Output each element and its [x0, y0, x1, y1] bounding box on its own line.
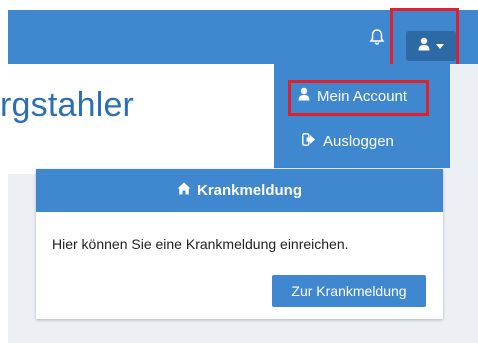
- page-left-edge: [0, 0, 8, 343]
- card-title: Krankmeldung: [196, 182, 302, 199]
- sick-note-card: Krankmeldung Hier können Sie eine Krankm…: [36, 169, 443, 319]
- menu-item-logout[interactable]: Ausloggen: [302, 133, 394, 150]
- home-icon: [177, 182, 191, 199]
- user-button-highlight: [390, 8, 459, 70]
- card-header: Krankmeldung: [36, 169, 443, 212]
- page-title: rgstahler: [0, 86, 135, 124]
- sign-out-icon: [302, 133, 316, 150]
- menu-item-label: Ausloggen: [323, 133, 394, 150]
- account-item-highlight: [288, 80, 429, 116]
- card-description: Hier können Sie eine Krankmeldung einrei…: [52, 236, 349, 252]
- bell-icon[interactable]: [367, 27, 387, 47]
- go-to-sick-note-button[interactable]: Zur Krankmeldung: [272, 275, 426, 307]
